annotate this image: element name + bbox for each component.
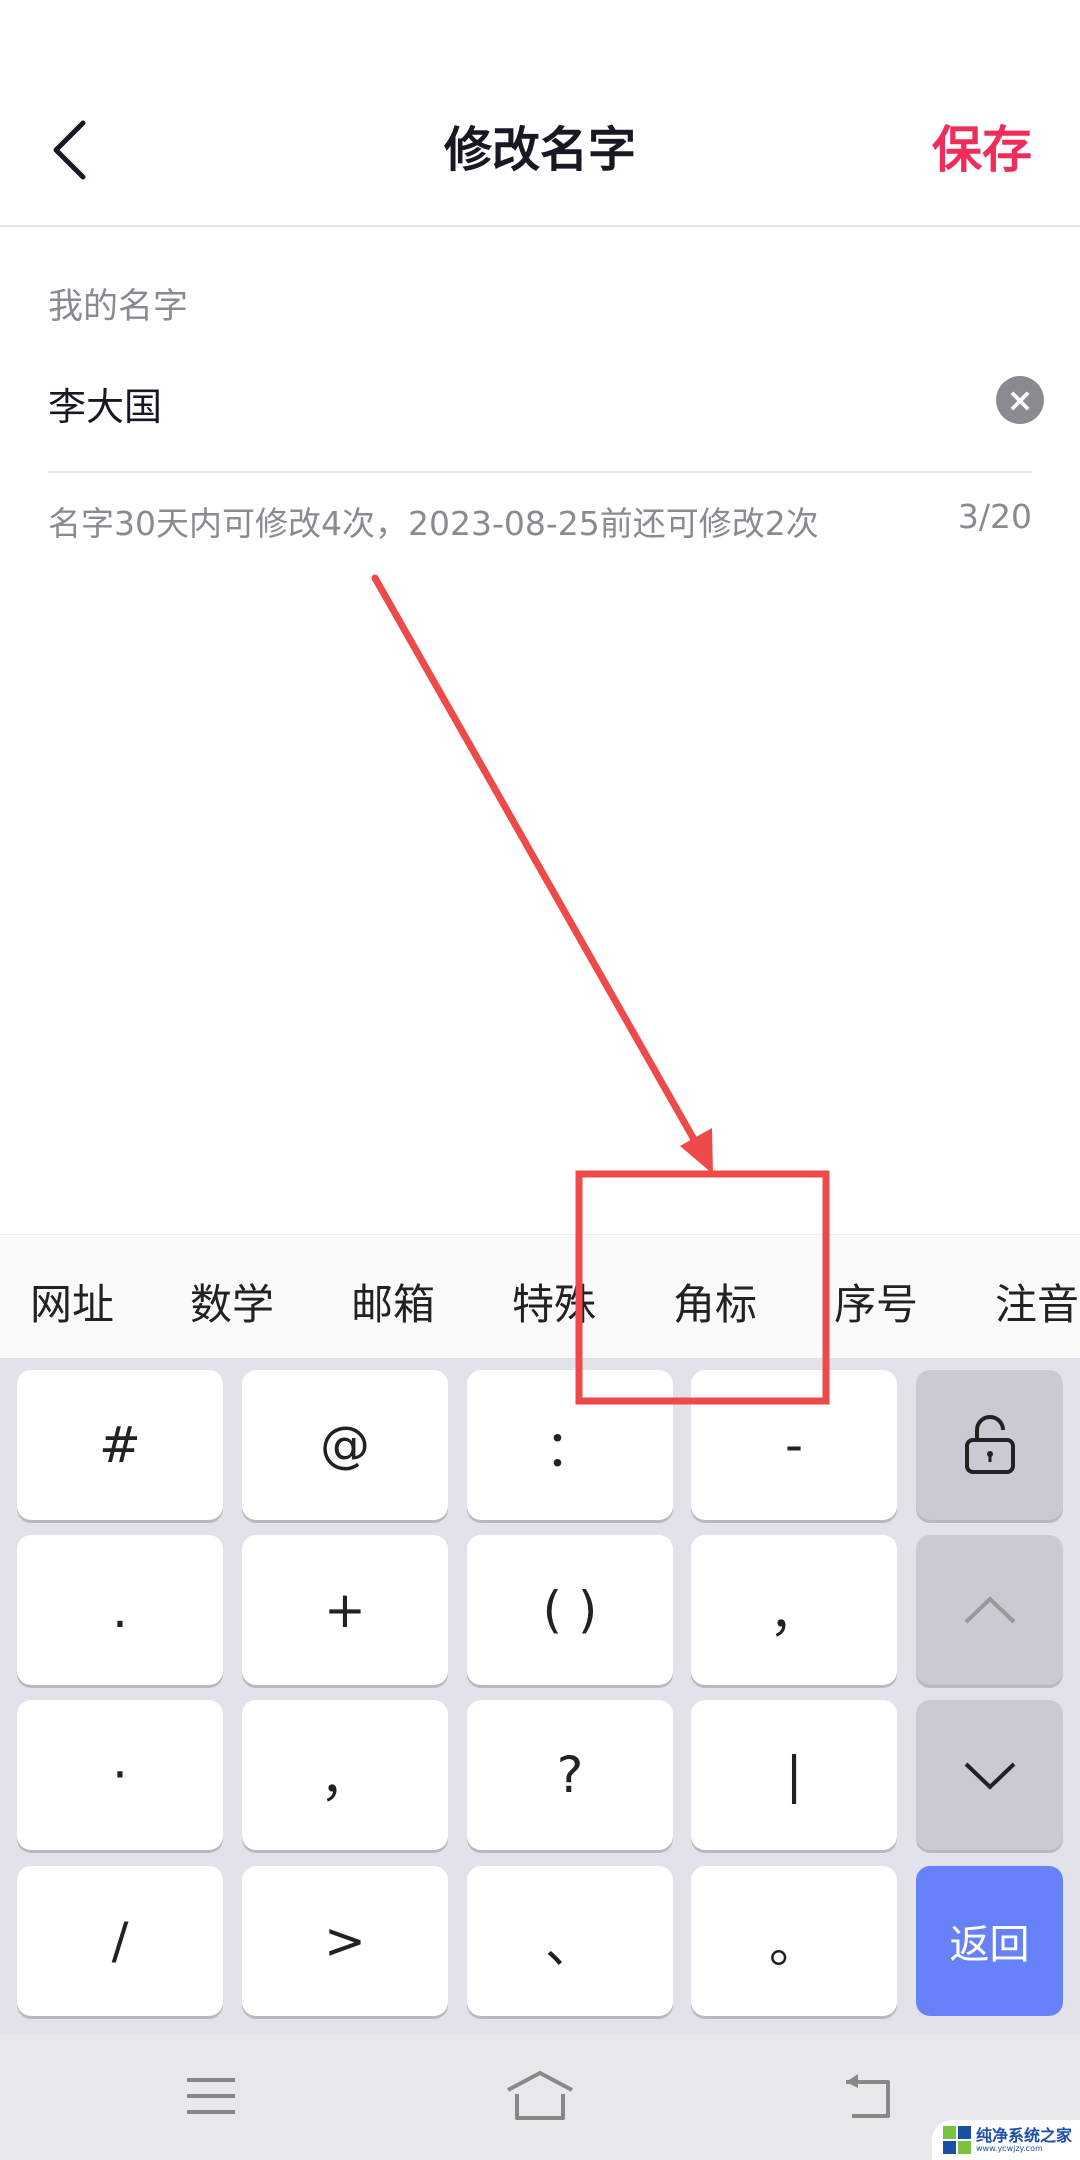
category-superscript[interactable]: 角标 bbox=[673, 1271, 757, 1332]
scroll-up-key[interactable] bbox=[916, 1535, 1063, 1685]
key[interactable]: . bbox=[17, 1535, 223, 1685]
unlock-icon bbox=[964, 1415, 1015, 1474]
system-nav-bar bbox=[0, 2035, 1080, 2160]
category-special[interactable]: 特殊 bbox=[512, 1271, 596, 1332]
category-email[interactable]: 邮箱 bbox=[351, 1271, 435, 1332]
save-button[interactable]: 保存 bbox=[932, 118, 1032, 182]
key[interactable]: ? bbox=[467, 1700, 673, 1850]
key[interactable]: # bbox=[17, 1370, 223, 1520]
key[interactable]: / bbox=[17, 1866, 223, 2016]
watermark: 纯净系统之家 www.ycwjzy.com bbox=[932, 2120, 1080, 2160]
category-ordinal[interactable]: 序号 bbox=[834, 1271, 918, 1332]
watermark-logo-icon bbox=[943, 2126, 971, 2154]
name-input[interactable]: 李大国 bbox=[48, 376, 162, 431]
hint-text: 名字30天内可修改4次，2023-08-25前还可修改2次 bbox=[48, 504, 819, 543]
category-url[interactable]: 网址 bbox=[30, 1271, 114, 1332]
key[interactable]: + bbox=[242, 1535, 448, 1685]
menu-icon[interactable] bbox=[185, 2070, 237, 2122]
clear-icon[interactable]: × bbox=[996, 376, 1044, 424]
category-math[interactable]: 数学 bbox=[190, 1271, 274, 1332]
lock-key[interactable] bbox=[916, 1370, 1063, 1520]
symbol-keyboard: # @ ： - . + ( ) ， · ， ? | / > 、 。 返回 bbox=[0, 1358, 1080, 2035]
input-divider bbox=[48, 471, 1032, 473]
annotation-arrowhead bbox=[680, 1128, 713, 1174]
back-icon[interactable] bbox=[842, 2070, 894, 2122]
keyboard-category-bar: 网址 数学 邮箱 特殊 角标 序号 注音 bbox=[0, 1234, 1080, 1358]
home-icon[interactable] bbox=[505, 2070, 575, 2122]
key[interactable]: · bbox=[17, 1700, 223, 1850]
key[interactable]: | bbox=[691, 1700, 897, 1850]
watermark-title: 纯净系统之家 bbox=[976, 2125, 1073, 2145]
key[interactable]: > bbox=[242, 1866, 448, 2016]
field-label: 我的名字 bbox=[48, 287, 189, 327]
char-count: 3/20 bbox=[957, 497, 1032, 536]
return-key[interactable]: 返回 bbox=[916, 1866, 1063, 2016]
annotation-arrow bbox=[371, 574, 704, 1154]
scroll-down-key[interactable] bbox=[916, 1700, 1063, 1850]
key[interactable]: - bbox=[691, 1370, 897, 1520]
key[interactable]: ( ) bbox=[467, 1535, 673, 1685]
chevron-up-icon bbox=[964, 1596, 1015, 1624]
watermark-url: www.ycwjzy.com bbox=[976, 2143, 1043, 2153]
header-divider bbox=[0, 225, 1080, 227]
key[interactable]: ， bbox=[691, 1535, 897, 1685]
key[interactable]: @ bbox=[242, 1370, 448, 1520]
category-phonetic[interactable]: 注音 bbox=[995, 1271, 1079, 1332]
chevron-down-icon bbox=[964, 1762, 1015, 1790]
key[interactable]: 、 bbox=[467, 1866, 673, 2016]
key[interactable]: ： bbox=[467, 1370, 673, 1520]
page-title: 修改名字 bbox=[443, 122, 636, 178]
key[interactable]: ， bbox=[242, 1700, 448, 1850]
key[interactable]: 。 bbox=[691, 1866, 897, 2016]
